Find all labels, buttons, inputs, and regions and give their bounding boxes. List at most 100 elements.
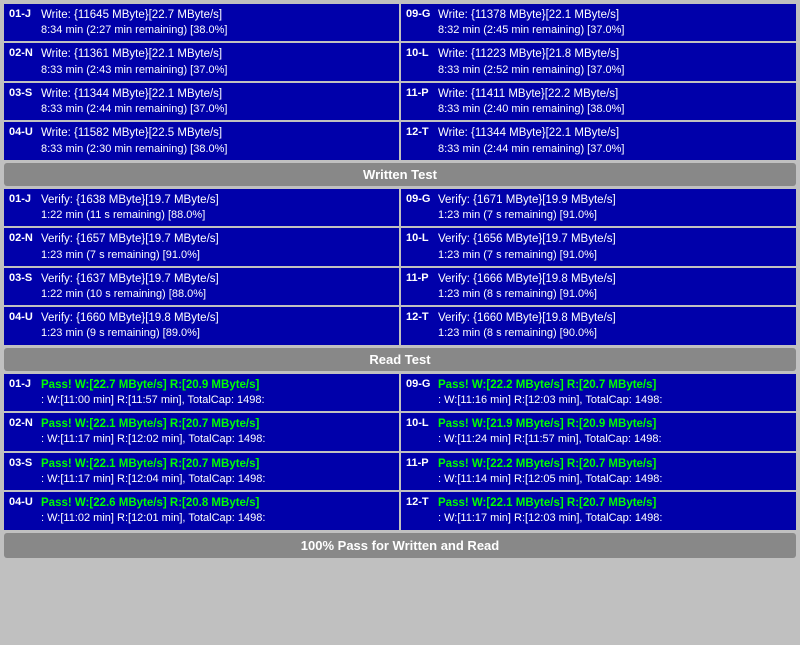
pass-04u-line1: Pass! W:[22.6 MByte/s] R:[20.8 MByte/s]: [41, 495, 394, 511]
write-row-11p: 11-P Write: {11411 MByte}[22.2 MByte/s] …: [401, 83, 796, 120]
write-04u-line2: 8:33 min (2:30 min remaining) [38.0%]: [41, 142, 394, 157]
write-02n-line1: Write: {11361 MByte}[22.1 MByte/s]: [41, 46, 394, 62]
write-left-col: 01-J Write: {11645 MByte}[22.7 MByte/s] …: [4, 4, 399, 160]
verify-03s-line2: 1:22 min (10 s remaining) [88.0%]: [41, 287, 394, 302]
row-id-12t: 12-T: [406, 125, 434, 156]
verify-04u-line2: 1:23 min (9 s remaining) [89.0%]: [41, 326, 394, 341]
pass-09g-line1: Pass! W:[22.2 MByte/s] R:[20.7 MByte/s]: [438, 377, 791, 393]
pass-row-04u: 04-U Pass! W:[22.6 MByte/s] R:[20.8 MByt…: [4, 492, 399, 529]
write-01j-line2: 8:34 min (2:27 min remaining) [38.0%]: [41, 23, 394, 38]
pass-row-11p: 11-P Pass! W:[22.2 MByte/s] R:[20.7 MByt…: [401, 453, 796, 490]
write-10l-line1: Write: {11223 MByte}[21.8 MByte/s]: [438, 46, 791, 62]
pass-id-04u: 04-U: [9, 495, 37, 526]
write-09g-line1: Write: {11378 MByte}[22.1 MByte/s]: [438, 7, 791, 23]
verify-id-01j: 01-J: [9, 192, 37, 223]
pass-02n-line2: : W:[11:17 min] R:[12:02 min], TotalCap:…: [41, 432, 394, 447]
write-right-col: 09-G Write: {11378 MByte}[22.1 MByte/s] …: [401, 4, 796, 160]
write-09g-line2: 8:32 min (2:45 min remaining) [37.0%]: [438, 23, 791, 38]
pass-row-12t: 12-T Pass! W:[22.1 MByte/s] R:[20.7 MByt…: [401, 492, 796, 529]
verify-row-11p: 11-P Verify: {1666 MByte}[19.8 MByte/s] …: [401, 268, 796, 305]
write-12t-line2: 8:33 min (2:44 min remaining) [37.0%]: [438, 142, 791, 157]
verify-02n-line1: Verify: {1657 MByte}[19.7 MByte/s]: [41, 231, 394, 247]
write-row-10l: 10-L Write: {11223 MByte}[21.8 MByte/s] …: [401, 43, 796, 80]
verify-row-09g: 09-G Verify: {1671 MByte}[19.9 MByte/s] …: [401, 189, 796, 226]
write-row-02n: 02-N Write: {11361 MByte}[22.1 MByte/s] …: [4, 43, 399, 80]
verify-11p-line1: Verify: {1666 MByte}[19.8 MByte/s]: [438, 271, 791, 287]
write-02n-line2: 8:33 min (2:43 min remaining) [37.0%]: [41, 63, 394, 78]
verify-01j-line2: 1:22 min (11 s remaining) [88.0%]: [41, 208, 394, 223]
pass-left-col: 01-J Pass! W:[22.7 MByte/s] R:[20.9 MByt…: [4, 374, 399, 530]
verify-04u-line1: Verify: {1660 MByte}[19.8 MByte/s]: [41, 310, 394, 326]
pass-02n-line1: Pass! W:[22.1 MByte/s] R:[20.7 MByte/s]: [41, 416, 394, 432]
verify-id-11p: 11-P: [406, 271, 434, 302]
written-test-header: Written Test: [4, 163, 796, 186]
pass-12t-line2: : W:[11:17 min] R:[12:03 min], TotalCap:…: [438, 511, 791, 526]
write-10l-line2: 8:33 min (2:52 min remaining) [37.0%]: [438, 63, 791, 78]
verify-02n-line2: 1:23 min (7 s remaining) [91.0%]: [41, 248, 394, 263]
verify-id-10l: 10-L: [406, 231, 434, 262]
verify-09g-line1: Verify: {1671 MByte}[19.9 MByte/s]: [438, 192, 791, 208]
verify-left-col: 01-J Verify: {1638 MByte}[19.7 MByte/s] …: [4, 189, 399, 345]
row-id-10l: 10-L: [406, 46, 434, 77]
verify-row-10l: 10-L Verify: {1656 MByte}[19.7 MByte/s] …: [401, 228, 796, 265]
row-id-03s: 03-S: [9, 86, 37, 117]
pass-right-col: 09-G Pass! W:[22.2 MByte/s] R:[20.7 MByt…: [401, 374, 796, 530]
write-row-03s: 03-S Write: {11344 MByte}[22.1 MByte/s] …: [4, 83, 399, 120]
write-row-04u: 04-U Write: {11582 MByte}[22.5 MByte/s] …: [4, 122, 399, 159]
main-container: 01-J Write: {11645 MByte}[22.7 MByte/s] …: [0, 0, 800, 562]
pass-id-09g: 09-G: [406, 377, 434, 408]
pass-row-09g: 09-G Pass! W:[22.2 MByte/s] R:[20.7 MByt…: [401, 374, 796, 411]
write-11p-line1: Write: {11411 MByte}[22.2 MByte/s]: [438, 86, 791, 102]
write-11p-line2: 8:33 min (2:40 min remaining) [38.0%]: [438, 102, 791, 117]
pass-row-10l: 10-L Pass! W:[21.9 MByte/s] R:[20.9 MByt…: [401, 413, 796, 450]
verify-11p-line2: 1:23 min (8 s remaining) [91.0%]: [438, 287, 791, 302]
pass-section: 01-J Pass! W:[22.7 MByte/s] R:[20.9 MByt…: [4, 374, 796, 530]
verify-12t-line1: Verify: {1660 MByte}[19.8 MByte/s]: [438, 310, 791, 326]
row-id-02n: 02-N: [9, 46, 37, 77]
verify-grid: 01-J Verify: {1638 MByte}[19.7 MByte/s] …: [4, 189, 796, 345]
pass-01j-line1: Pass! W:[22.7 MByte/s] R:[20.9 MByte/s]: [41, 377, 394, 393]
verify-10l-line2: 1:23 min (7 s remaining) [91.0%]: [438, 248, 791, 263]
pass-11p-line2: : W:[11:14 min] R:[12:05 min], TotalCap:…: [438, 472, 791, 487]
verify-row-12t: 12-T Verify: {1660 MByte}[19.8 MByte/s] …: [401, 307, 796, 344]
verify-id-12t: 12-T: [406, 310, 434, 341]
pass-row-03s: 03-S Pass! W:[22.1 MByte/s] R:[20.7 MByt…: [4, 453, 399, 490]
pass-id-01j: 01-J: [9, 377, 37, 408]
pass-row-02n: 02-N Pass! W:[22.1 MByte/s] R:[20.7 MByt…: [4, 413, 399, 450]
row-id-04u: 04-U: [9, 125, 37, 156]
row-id-09g: 09-G: [406, 7, 434, 38]
write-12t-line1: Write: {11344 MByte}[22.1 MByte/s]: [438, 125, 791, 141]
write-grid: 01-J Write: {11645 MByte}[22.7 MByte/s] …: [4, 4, 796, 160]
pass-12t-line1: Pass! W:[22.1 MByte/s] R:[20.7 MByte/s]: [438, 495, 791, 511]
pass-01j-line2: : W:[11:00 min] R:[11:57 min], TotalCap:…: [41, 393, 394, 408]
row-id-01j: 01-J: [9, 7, 37, 38]
write-04u-line1: Write: {11582 MByte}[22.5 MByte/s]: [41, 125, 394, 141]
write-row-01j: 01-J Write: {11645 MByte}[22.7 MByte/s] …: [4, 4, 399, 41]
pass-grid: 01-J Pass! W:[22.7 MByte/s] R:[20.9 MByt…: [4, 374, 796, 530]
pass-id-02n: 02-N: [9, 416, 37, 447]
pass-10l-line2: : W:[11:24 min] R:[11:57 min], TotalCap:…: [438, 432, 791, 447]
write-03s-line1: Write: {11344 MByte}[22.1 MByte/s]: [41, 86, 394, 102]
write-row-12t: 12-T Write: {11344 MByte}[22.1 MByte/s] …: [401, 122, 796, 159]
write-section: 01-J Write: {11645 MByte}[22.7 MByte/s] …: [4, 4, 796, 160]
write-03s-line2: 8:33 min (2:44 min remaining) [37.0%]: [41, 102, 394, 117]
write-01j-line1: Write: {11645 MByte}[22.7 MByte/s]: [41, 7, 394, 23]
verify-03s-line1: Verify: {1637 MByte}[19.7 MByte/s]: [41, 271, 394, 287]
verify-row-03s: 03-S Verify: {1637 MByte}[19.7 MByte/s] …: [4, 268, 399, 305]
verify-10l-line1: Verify: {1656 MByte}[19.7 MByte/s]: [438, 231, 791, 247]
pass-04u-line2: : W:[11:02 min] R:[12:01 min], TotalCap:…: [41, 511, 394, 526]
pass-03s-line2: : W:[11:17 min] R:[12:04 min], TotalCap:…: [41, 472, 394, 487]
verify-id-04u: 04-U: [9, 310, 37, 341]
pass-10l-line1: Pass! W:[21.9 MByte/s] R:[20.9 MByte/s]: [438, 416, 791, 432]
write-row-09g: 09-G Write: {11378 MByte}[22.1 MByte/s] …: [401, 4, 796, 41]
pass-11p-line1: Pass! W:[22.2 MByte/s] R:[20.7 MByte/s]: [438, 456, 791, 472]
verify-id-09g: 09-G: [406, 192, 434, 223]
pass-03s-line1: Pass! W:[22.1 MByte/s] R:[20.7 MByte/s]: [41, 456, 394, 472]
verify-id-03s: 03-S: [9, 271, 37, 302]
pass-id-03s: 03-S: [9, 456, 37, 487]
verify-row-04u: 04-U Verify: {1660 MByte}[19.8 MByte/s] …: [4, 307, 399, 344]
read-test-header: Read Test: [4, 348, 796, 371]
verify-row-01j: 01-J Verify: {1638 MByte}[19.7 MByte/s] …: [4, 189, 399, 226]
footer-bar: 100% Pass for Written and Read: [4, 533, 796, 558]
pass-09g-line2: : W:[11:16 min] R:[12:03 min], TotalCap:…: [438, 393, 791, 408]
